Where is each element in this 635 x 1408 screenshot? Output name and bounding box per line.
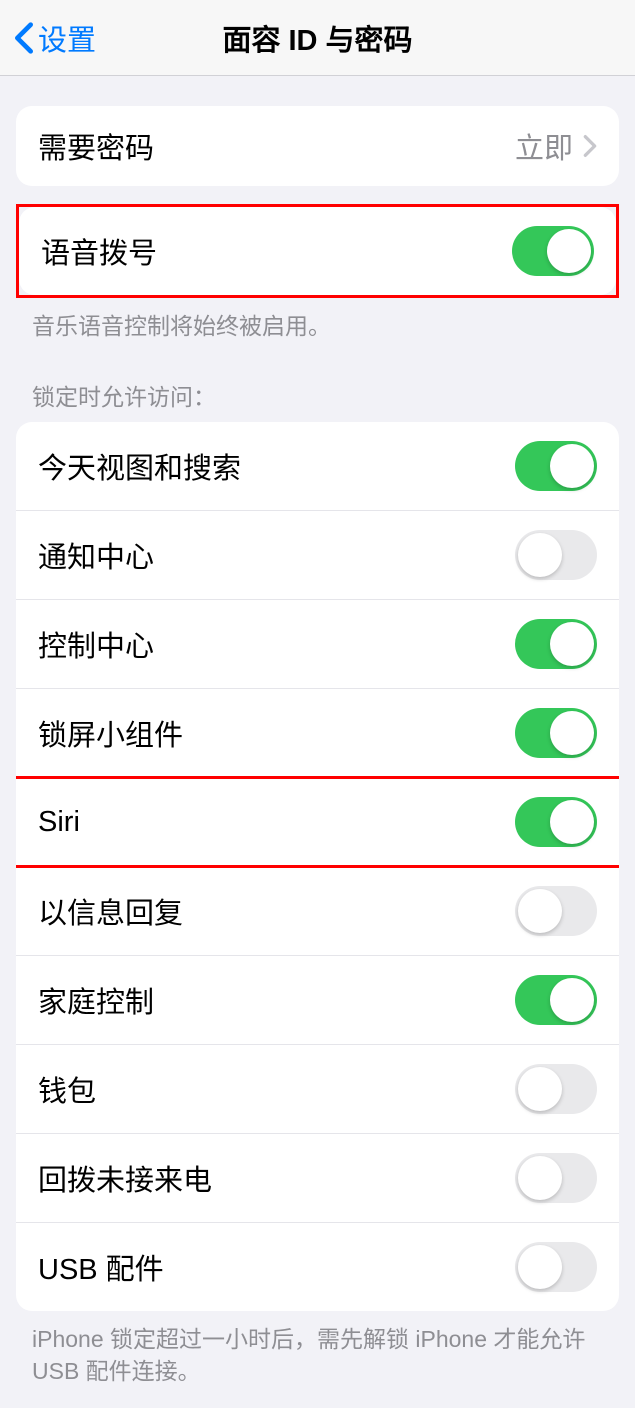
voice-dial-group: 语音拨号 <box>19 207 616 295</box>
locked-access-group: 今天视图和搜索通知中心控制中心锁屏小组件 Siri 以信息回复家庭控制钱包回拨未接来… <box>16 422 619 1311</box>
locked-access-label: 以信息回复 <box>38 890 515 932</box>
nav-bar: 设置 面容 ID 与密码 <box>0 0 635 76</box>
chevron-left-icon <box>14 21 34 55</box>
locked-access-label: 通知中心 <box>38 534 515 576</box>
usb-footer: iPhone 锁定超过一小时后，需先解锁 iPhone 才能允许USB 配件连接… <box>0 1311 635 1387</box>
locked-access-label: 控制中心 <box>38 623 515 665</box>
locked-access-row[interactable]: 控制中心 <box>16 600 619 689</box>
locked-access-toggle[interactable] <box>515 1242 597 1292</box>
require-passcode-group: 需要密码 立即 <box>16 106 619 186</box>
locked-access-row[interactable]: 以信息回复 <box>16 867 619 956</box>
require-passcode-row[interactable]: 需要密码 立即 <box>16 106 619 186</box>
locked-access-header: 锁定时允许访问： <box>0 342 635 422</box>
chevron-right-icon <box>583 134 597 158</box>
locked-access-toggle[interactable] <box>515 886 597 936</box>
require-passcode-label: 需要密码 <box>38 125 515 167</box>
locked-access-toggle[interactable] <box>515 1064 597 1114</box>
require-passcode-value: 立即 <box>515 125 573 167</box>
locked-access-row[interactable]: Siri <box>16 778 619 867</box>
locked-access-row[interactable]: 回拨未接来电 <box>16 1134 619 1223</box>
locked-access-row[interactable]: 家庭控制 <box>16 956 619 1045</box>
back-button[interactable]: 设置 <box>0 0 104 75</box>
voice-dial-toggle[interactable] <box>512 226 594 276</box>
locked-access-row[interactable]: 今天视图和搜索 <box>16 422 619 511</box>
locked-access-toggle[interactable] <box>515 530 597 580</box>
locked-access-label: 回拨未接来电 <box>38 1157 515 1199</box>
locked-access-label: 钱包 <box>38 1068 515 1110</box>
locked-access-toggle[interactable] <box>515 975 597 1025</box>
locked-access-toggle[interactable] <box>515 619 597 669</box>
locked-access-label: 锁屏小组件 <box>38 712 515 754</box>
locked-access-toggle[interactable] <box>515 708 597 758</box>
locked-access-row[interactable]: 钱包 <box>16 1045 619 1134</box>
locked-access-toggle[interactable] <box>515 441 597 491</box>
highlight-voice-dial: 语音拨号 <box>16 204 619 298</box>
locked-access-row[interactable]: 通知中心 <box>16 511 619 600</box>
locked-access-label: USB 配件 <box>38 1246 515 1288</box>
locked-access-row[interactable]: USB 配件 <box>16 1223 619 1311</box>
locked-access-toggle[interactable] <box>515 1153 597 1203</box>
locked-access-label: 今天视图和搜索 <box>38 445 515 487</box>
locked-access-label: Siri <box>38 806 515 839</box>
locked-access-toggle[interactable] <box>515 797 597 847</box>
voice-dial-row[interactable]: 语音拨号 <box>19 207 616 295</box>
locked-access-row[interactable]: 锁屏小组件 <box>16 689 619 778</box>
content: 需要密码 立即 语音拨号 音乐语音控制将始终被启用。 锁定时允许访问： 今天视图… <box>0 106 635 1408</box>
back-label: 设置 <box>38 17 96 59</box>
voice-dial-label: 语音拨号 <box>41 230 512 272</box>
locked-access-label: 家庭控制 <box>38 979 515 1021</box>
voice-dial-footer: 音乐语音控制将始终被启用。 <box>0 298 635 342</box>
